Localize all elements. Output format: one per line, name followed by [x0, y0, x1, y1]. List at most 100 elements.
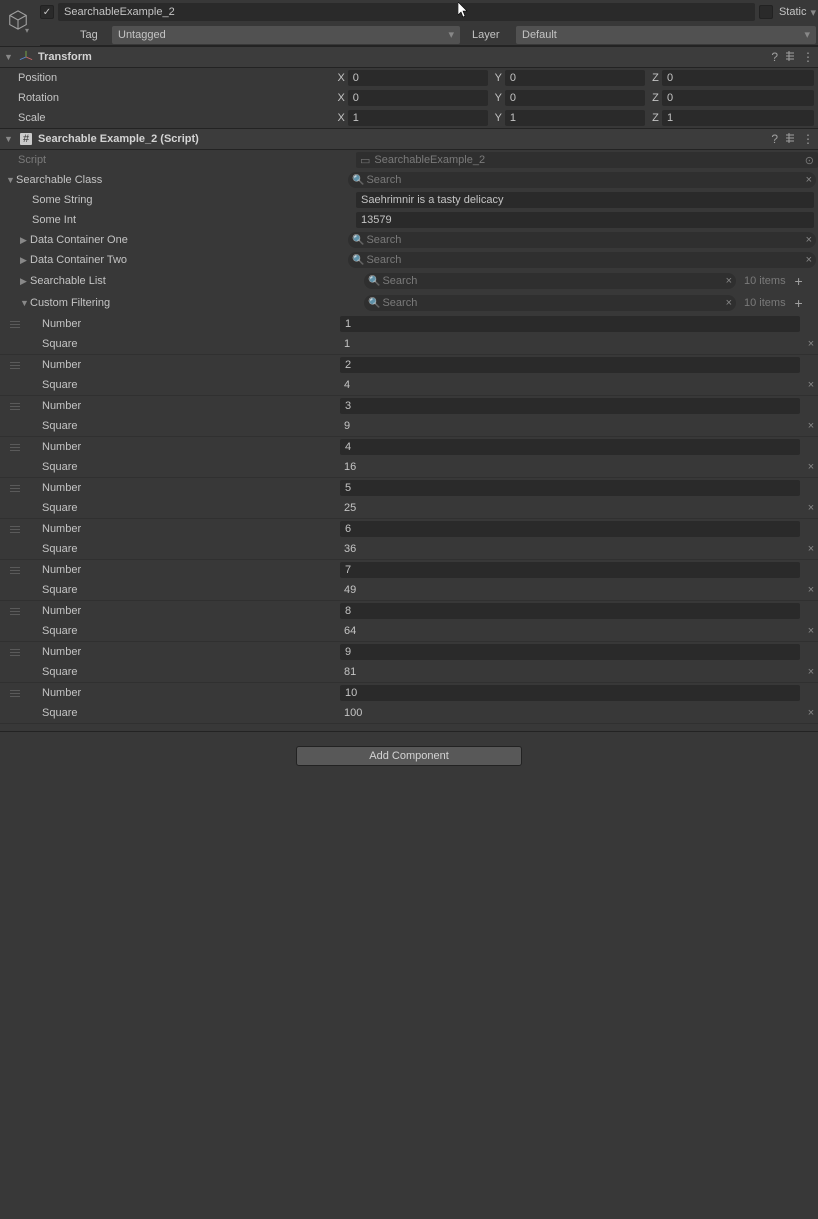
remove-item-button[interactable]: ×: [804, 584, 818, 596]
square-label: Square: [30, 625, 340, 637]
number-input[interactable]: [340, 316, 800, 332]
search-icon: 🔍: [368, 276, 380, 287]
preset-icon[interactable]: [784, 50, 796, 65]
position-z-input[interactable]: [662, 70, 814, 86]
help-icon[interactable]: ?: [771, 50, 778, 64]
drag-handle-icon[interactable]: [0, 443, 30, 452]
data-container-two-foldout[interactable]: ▶: [20, 255, 30, 266]
number-input[interactable]: [340, 398, 800, 414]
clear-icon[interactable]: ×: [726, 275, 732, 287]
drag-handle-icon[interactable]: [0, 607, 30, 616]
square-value: 100: [340, 707, 804, 719]
some-int-input[interactable]: [356, 212, 814, 228]
number-input[interactable]: [340, 562, 800, 578]
clear-icon[interactable]: ×: [806, 174, 812, 186]
searchable-class-foldout[interactable]: ▼: [6, 175, 16, 185]
clear-icon[interactable]: ×: [726, 297, 732, 309]
drag-handle-icon[interactable]: [0, 689, 30, 698]
data-container-one-search[interactable]: 🔍 ×: [348, 232, 816, 248]
remove-item-button[interactable]: ×: [804, 338, 818, 350]
rotation-y-input[interactable]: [505, 90, 645, 106]
active-checkbox[interactable]: [40, 5, 54, 19]
gameobject-icon[interactable]: ▾: [0, 0, 40, 40]
scale-label: Scale: [18, 112, 335, 124]
number-label: Number: [30, 605, 340, 617]
remove-item-button[interactable]: ×: [804, 420, 818, 432]
number-label: Number: [30, 318, 340, 330]
remove-item-button[interactable]: ×: [804, 666, 818, 678]
number-input[interactable]: [340, 439, 800, 455]
tag-dropdown[interactable]: Untagged▾: [112, 26, 460, 44]
search-icon: 🔍: [368, 298, 380, 309]
searchable-list-search[interactable]: 🔍 ×: [364, 273, 736, 289]
search-icon: 🔍: [352, 235, 364, 246]
remove-item-button[interactable]: ×: [804, 461, 818, 473]
rotation-z-input[interactable]: [662, 90, 814, 106]
custom-filtering-foldout[interactable]: ▼: [20, 298, 30, 308]
help-icon[interactable]: ?: [771, 132, 778, 146]
searchable-list-label: Searchable List: [30, 275, 364, 287]
square-label: Square: [30, 707, 340, 719]
drag-handle-icon[interactable]: [0, 402, 30, 411]
clear-icon[interactable]: ×: [806, 234, 812, 246]
data-container-two-search[interactable]: 🔍 ×: [348, 252, 816, 268]
static-checkbox[interactable]: [759, 5, 773, 19]
number-input[interactable]: [340, 480, 800, 496]
searchable-class-label: Searchable Class: [16, 174, 348, 186]
square-label: Square: [30, 584, 340, 596]
search-input[interactable]: [366, 173, 805, 187]
layer-dropdown[interactable]: Default▾: [516, 26, 816, 44]
custom-filtering-label: Custom Filtering: [30, 297, 364, 309]
script-object-field[interactable]: ▭ SearchableExample_2 ⊙: [356, 152, 818, 168]
object-picker-icon[interactable]: ⊙: [805, 154, 814, 167]
drag-handle-icon[interactable]: [0, 648, 30, 657]
remove-item-button[interactable]: ×: [804, 707, 818, 719]
number-input[interactable]: [340, 644, 800, 660]
search-input[interactable]: [366, 253, 805, 267]
position-y-input[interactable]: [505, 70, 645, 86]
menu-icon[interactable]: ⋮: [802, 132, 814, 146]
number-input[interactable]: [340, 685, 800, 701]
search-input[interactable]: [382, 274, 725, 288]
menu-icon[interactable]: ⋮: [802, 50, 814, 64]
remove-item-button[interactable]: ×: [804, 543, 818, 555]
add-item-button[interactable]: +: [792, 295, 806, 311]
rotation-x-input[interactable]: [348, 90, 488, 106]
data-container-one-foldout[interactable]: ▶: [20, 235, 30, 246]
drag-handle-icon[interactable]: [0, 320, 30, 329]
drag-handle-icon[interactable]: [0, 361, 30, 370]
search-input[interactable]: [382, 296, 725, 310]
add-item-button[interactable]: +: [792, 273, 806, 289]
square-value: 16: [340, 461, 804, 473]
scale-y-input[interactable]: [505, 110, 645, 126]
number-input[interactable]: [340, 521, 800, 537]
drag-handle-icon[interactable]: [0, 525, 30, 534]
add-component-button[interactable]: Add Component: [296, 746, 522, 766]
drag-handle-icon[interactable]: [0, 566, 30, 575]
searchable-list-foldout[interactable]: ▶: [20, 276, 30, 287]
number-label: Number: [30, 523, 340, 535]
script-foldout[interactable]: ▼: [4, 134, 14, 144]
some-string-input[interactable]: [356, 192, 814, 208]
remove-item-button[interactable]: ×: [804, 379, 818, 391]
list-item: NumberSquare49×: [0, 560, 818, 601]
object-name-input[interactable]: [58, 3, 755, 21]
number-label: Number: [30, 400, 340, 412]
remove-item-button[interactable]: ×: [804, 625, 818, 637]
search-icon: 🔍: [352, 175, 364, 186]
scale-z-input[interactable]: [662, 110, 814, 126]
preset-icon[interactable]: [784, 132, 796, 147]
scale-x-input[interactable]: [348, 110, 488, 126]
transform-foldout[interactable]: ▼: [4, 52, 14, 62]
clear-icon[interactable]: ×: [806, 254, 812, 266]
custom-filtering-search[interactable]: 🔍 ×: [364, 295, 736, 311]
position-x-input[interactable]: [348, 70, 488, 86]
remove-item-button[interactable]: ×: [804, 502, 818, 514]
number-input[interactable]: [340, 357, 800, 373]
drag-handle-icon[interactable]: [0, 484, 30, 493]
square-value: 81: [340, 666, 804, 678]
searchable-class-search[interactable]: 🔍 ×: [348, 172, 816, 188]
search-input[interactable]: [366, 233, 805, 247]
number-input[interactable]: [340, 603, 800, 619]
static-dropdown-arrow[interactable]: ▾: [810, 6, 816, 19]
